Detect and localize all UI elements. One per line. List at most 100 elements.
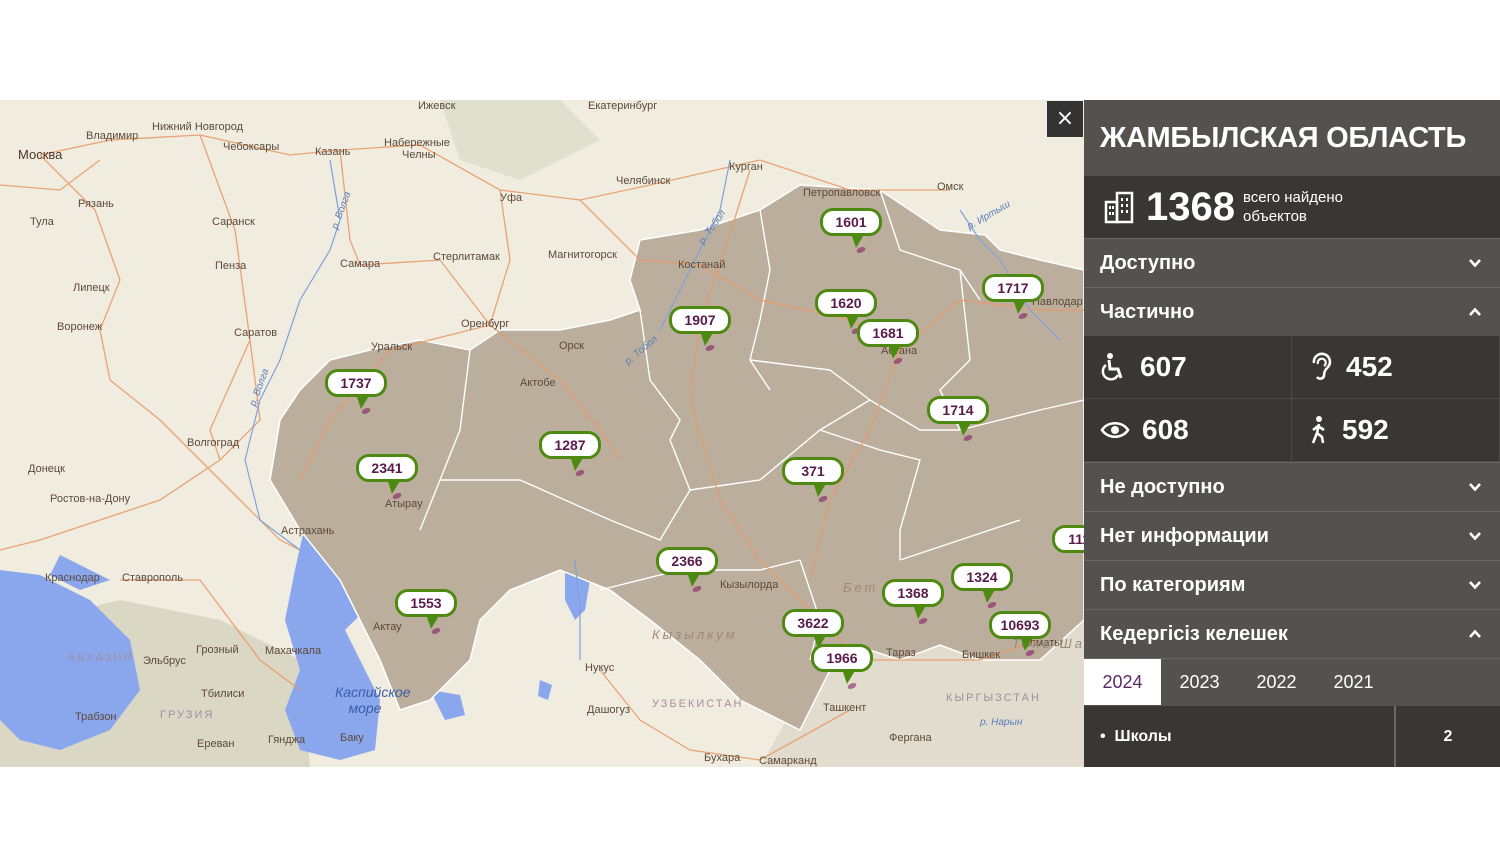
city-label: Махачкала xyxy=(265,645,322,657)
category-name: Школы xyxy=(1114,728,1172,745)
city-label: Волгоград xyxy=(187,437,240,449)
city-label: Грозный xyxy=(196,644,239,656)
country-label: КЫРГЫЗСТАН xyxy=(946,692,1041,704)
region-marker[interactable]: 1620 xyxy=(815,289,877,329)
city-label: Уральск xyxy=(371,341,413,353)
region-marker[interactable]: 1119 xyxy=(1052,525,1084,565)
stat-walking[interactable]: 592 xyxy=(1292,399,1500,462)
city-label: Трабзон xyxy=(75,711,117,723)
city-label: Пенза xyxy=(215,260,247,272)
stat-hearing-value: 452 xyxy=(1346,351,1393,382)
city-label: Тараз xyxy=(886,647,916,659)
region-marker[interactable]: 1737 xyxy=(325,369,387,409)
map[interactable]: Ижевск Екатеринбург Москва Владимир Нижн… xyxy=(0,100,1084,767)
city-label: Омск xyxy=(937,181,964,193)
total-block: 1368 всего найдено объектов xyxy=(1084,176,1500,238)
city-label: Петропавловск xyxy=(803,187,881,199)
year-tabs: 2024 2023 2022 2021 xyxy=(1084,658,1500,705)
city-label: Бишкек xyxy=(962,649,1001,661)
region-marker[interactable]: 3622 xyxy=(782,609,844,649)
filter-partial[interactable]: Частично xyxy=(1084,287,1500,336)
close-button[interactable]: × xyxy=(1047,101,1083,137)
chevron-down-icon xyxy=(1469,259,1481,268)
filter-categories-label: По категориям xyxy=(1100,573,1246,596)
region-marker[interactable]: 1681 xyxy=(857,319,919,359)
region-marker[interactable]: 1966 xyxy=(811,644,873,684)
city-label: Челябинск xyxy=(616,175,671,187)
stat-walking-value: 592 xyxy=(1342,414,1389,445)
city-label: Саратов xyxy=(234,327,278,339)
country-label: ГРУЗИЯ xyxy=(160,709,215,721)
hearing-icon xyxy=(1312,352,1332,380)
sea-label: Каспийское море xyxy=(335,684,411,716)
city-label: Курган xyxy=(729,161,763,173)
city-label: Тула xyxy=(30,216,54,228)
filter-unavailable[interactable]: Не доступно xyxy=(1084,462,1500,511)
filter-no-info-label: Нет информации xyxy=(1100,524,1269,547)
city-label: Оренбург xyxy=(461,318,510,330)
region-title: ЖАМБЫЛСКАЯ ОБЛАСТЬ xyxy=(1100,122,1467,154)
city-label: Ташкент xyxy=(823,702,867,714)
city-label: Липецк xyxy=(73,282,110,294)
region-marker[interactable]: 1717 xyxy=(982,274,1044,314)
region-marker[interactable]: 1287 xyxy=(539,431,601,471)
region-marker[interactable]: 1907 xyxy=(669,306,731,346)
region-marker[interactable]: 10693 xyxy=(989,611,1051,651)
city-label: Нижний Новгород xyxy=(152,121,244,133)
city-label: Эльбрус xyxy=(143,655,186,667)
filter-partial-label: Частично xyxy=(1100,300,1195,323)
region-marker[interactable]: 2341 xyxy=(356,454,418,494)
city-label: Уфа xyxy=(500,192,523,204)
tab-2023[interactable]: 2023 xyxy=(1161,659,1238,705)
building-icon xyxy=(1104,191,1134,224)
table-row: • Школы 2 xyxy=(1084,706,1500,767)
region-marker[interactable]: 371 xyxy=(782,457,844,497)
tab-2021[interactable]: 2021 xyxy=(1315,659,1392,705)
filter-available[interactable]: Доступно xyxy=(1084,238,1500,287)
region-marker[interactable]: 1324 xyxy=(951,563,1013,603)
stat-vision[interactable]: 608 xyxy=(1084,399,1292,462)
city-label: Ставрополь xyxy=(122,572,184,584)
city-label: Владимир xyxy=(86,130,139,142)
city-label: Казань xyxy=(315,146,351,158)
filter-future[interactable]: Кедергісіз келешек xyxy=(1084,609,1500,658)
city-label: Ижевск xyxy=(418,100,456,112)
region-marker[interactable]: 1714 xyxy=(927,396,989,436)
total-label-line2: объектов xyxy=(1242,208,1307,225)
tab-2022[interactable]: 2022 xyxy=(1238,659,1315,705)
city-label: Дашогуз xyxy=(587,704,631,716)
desert-label: Кызылкум xyxy=(652,627,738,642)
city-label: Баку xyxy=(340,732,364,744)
city-label: Бухара xyxy=(704,752,741,764)
total-label: всего найдено объектов xyxy=(1243,188,1343,226)
country-label: УЗБЕКИСТАН xyxy=(652,698,744,710)
city-label: Челны xyxy=(402,149,436,161)
stat-hearing[interactable]: 452 xyxy=(1292,336,1500,399)
stat-wheelchair-value: 607 xyxy=(1140,351,1187,382)
city-label: Москва xyxy=(18,147,63,162)
city-label: Донецк xyxy=(28,463,65,475)
tab-2024[interactable]: 2024 xyxy=(1084,659,1161,705)
stat-wheelchair[interactable]: 607 xyxy=(1084,336,1292,399)
city-label: Краснодар xyxy=(45,572,100,584)
city-label: Костанай xyxy=(678,259,726,271)
city-label: Актау xyxy=(373,621,402,633)
city-label: Самара xyxy=(340,258,381,270)
filter-unavailable-label: Не доступно xyxy=(1100,475,1225,498)
city-label: Самарканд xyxy=(759,755,817,767)
region-marker[interactable]: 2366 xyxy=(656,547,718,587)
chevron-up-icon xyxy=(1469,307,1481,316)
city-label: Кызылорда xyxy=(720,579,779,591)
filter-available-label: Доступно xyxy=(1100,251,1196,274)
eye-icon xyxy=(1100,421,1130,439)
table-cell-category: • Школы xyxy=(1084,706,1396,767)
region-marker[interactable]: 1601 xyxy=(820,208,882,248)
filter-categories[interactable]: По категориям xyxy=(1084,560,1500,609)
city-label: Тбилиси xyxy=(201,688,245,700)
region-marker[interactable]: 1368 xyxy=(882,579,944,619)
city-label: Ереван xyxy=(197,738,235,750)
chevron-down-icon xyxy=(1469,581,1481,590)
region-marker[interactable]: 1553 xyxy=(395,589,457,629)
city-label: Ростов-на-Дону xyxy=(50,493,131,505)
filter-no-info[interactable]: Нет информации xyxy=(1084,511,1500,560)
